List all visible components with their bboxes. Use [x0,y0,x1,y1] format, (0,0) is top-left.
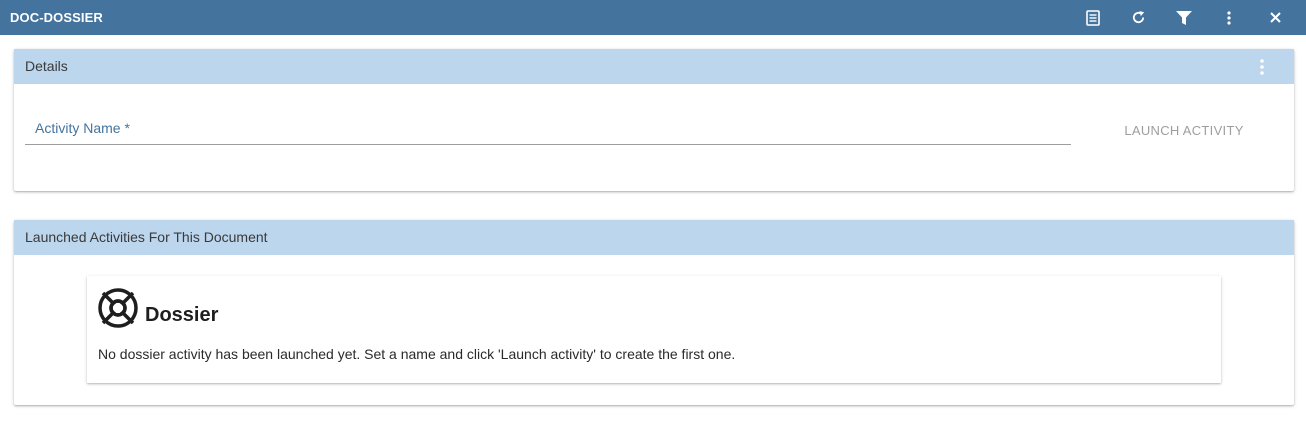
launched-activities-panel: Launched Activities For This Document Do… [14,220,1294,405]
launch-activity-button[interactable]: LAUNCH ACTIVITY [1114,120,1254,142]
filter-icon [1176,10,1192,25]
details-menu-button[interactable] [1250,49,1274,84]
dossier-card: Dossier No dossier activity has been lau… [87,276,1221,383]
dossier-icon [98,288,138,328]
window-title: DOC-DOSSIER [10,10,103,25]
details-header: Details [14,49,1294,84]
more-vertical-icon [1260,58,1264,75]
close-button[interactable] [1260,0,1290,35]
refresh-button[interactable] [1123,0,1153,35]
dossier-title: Dossier [145,304,219,326]
launched-activities-header-label: Launched Activities For This Document [25,229,268,245]
dossier-empty-message: No dossier activity has been launched ye… [98,346,736,362]
document-icon [1086,9,1100,26]
app-header: DOC-DOSSIER [0,0,1306,35]
filter-button[interactable] [1169,0,1199,35]
activity-name-field[interactable]: Activity Name * [25,118,1071,145]
more-vertical-icon [1227,10,1231,25]
more-options-button[interactable] [1214,0,1244,35]
details-panel: Details Activity Name * LAUNCH ACTIVITY [14,49,1294,191]
refresh-icon [1132,10,1144,24]
document-button[interactable] [1078,0,1108,35]
activity-name-input[interactable] [35,120,1065,140]
close-icon [1269,12,1281,23]
launched-activities-header: Launched Activities For This Document [14,220,1294,255]
details-header-label: Details [25,58,68,74]
